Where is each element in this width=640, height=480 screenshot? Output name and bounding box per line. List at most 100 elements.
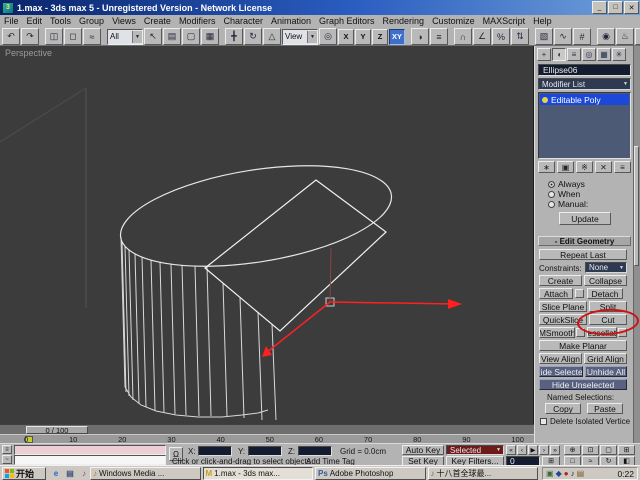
delete-isolated-checkbox[interactable] bbox=[540, 418, 547, 425]
pin-stack-icon[interactable]: ∗ bbox=[538, 161, 555, 173]
repeat-last-button[interactable]: Repeat Last bbox=[539, 249, 627, 260]
taskbar-task[interactable]: ♪十八首全球最... bbox=[428, 467, 539, 480]
maximize-button[interactable]: □ bbox=[608, 1, 623, 14]
tessellate-button[interactable]: Tessellate bbox=[587, 327, 617, 338]
view-align-button[interactable]: View Align bbox=[539, 353, 582, 364]
quickslice-button[interactable]: QuickSlice bbox=[539, 314, 587, 325]
taskbar-task[interactable]: M1.max - 3ds max... bbox=[203, 467, 314, 480]
select-move-icon[interactable]: ╋ bbox=[225, 28, 243, 45]
selection-set-dropdown[interactable]: Selected ▼ bbox=[446, 445, 504, 455]
taskbar-task[interactable]: PsAdobe Photoshop bbox=[315, 467, 426, 480]
quick-render-icon[interactable]: ☼ bbox=[635, 28, 640, 45]
percent-snap-icon[interactable]: % bbox=[492, 28, 510, 45]
menu-tools[interactable]: Tools bbox=[46, 15, 75, 28]
menu-group[interactable]: Group bbox=[75, 15, 108, 28]
previous-frame-icon[interactable]: ‹ bbox=[517, 445, 527, 455]
show-end-result-icon[interactable]: ▣ bbox=[557, 161, 574, 173]
axis-xy-plane-button[interactable]: XY bbox=[389, 29, 405, 45]
zoom-all-icon[interactable]: ⊡ bbox=[582, 445, 599, 455]
menu-help[interactable]: Help bbox=[529, 15, 556, 28]
menu-edit[interactable]: Edit bbox=[23, 15, 47, 28]
go-to-end-icon[interactable]: » bbox=[550, 445, 560, 455]
attach-list-button[interactable] bbox=[575, 289, 584, 298]
visibility-bulb-icon[interactable] bbox=[542, 97, 548, 103]
use-pivot-center-icon[interactable]: ◎ bbox=[319, 28, 337, 45]
select-scale-icon[interactable]: △ bbox=[263, 28, 281, 45]
schematic-view-icon[interactable]: # bbox=[573, 28, 591, 45]
update-option-manual[interactable]: Manual: bbox=[548, 199, 588, 209]
axis-x-button[interactable]: X bbox=[338, 29, 354, 45]
material-editor-icon[interactable]: ◉ bbox=[597, 28, 615, 45]
remove-modifier-icon[interactable]: ✕ bbox=[595, 161, 612, 173]
zoom-extents-all-icon[interactable]: ⊞ bbox=[618, 445, 635, 455]
make-planar-button[interactable]: Make Planar bbox=[539, 340, 627, 351]
panel-tab-display[interactable]: ▦ bbox=[597, 48, 611, 61]
update-option-always[interactable]: Always bbox=[548, 179, 588, 189]
time-slider-track[interactable]: 0 / 100 bbox=[0, 424, 534, 434]
angle-snap-icon[interactable]: ∠ bbox=[473, 28, 491, 45]
object-name-field[interactable]: Ellipse06 bbox=[538, 64, 631, 76]
mini-listener-macro-icon[interactable]: ≡ bbox=[2, 445, 12, 454]
window-crossing-icon[interactable]: ▦ bbox=[201, 28, 219, 45]
menu-views[interactable]: Views bbox=[108, 15, 140, 28]
minimize-button[interactable]: _ bbox=[592, 1, 607, 14]
taskbar-task[interactable]: ♪Windows Media ... bbox=[90, 467, 201, 480]
undo-icon[interactable]: ↶ bbox=[2, 28, 20, 45]
auto-key-button[interactable]: Auto Key bbox=[402, 445, 444, 455]
update-option-when[interactable]: When bbox=[548, 189, 588, 199]
modifier-list-dropdown[interactable]: Modifier List ▼ bbox=[538, 78, 631, 90]
select-link-icon[interactable]: ◫ bbox=[45, 28, 63, 45]
play-icon[interactable]: ▶ bbox=[528, 445, 538, 455]
quicklaunch-desktop-icon[interactable]: ▤ bbox=[64, 468, 76, 479]
tray-icon-1[interactable]: ▣ bbox=[546, 470, 554, 478]
next-frame-icon[interactable]: › bbox=[539, 445, 549, 455]
panel-tab-create[interactable]: + bbox=[537, 48, 551, 61]
menu-rendering[interactable]: Rendering bbox=[379, 15, 429, 28]
unhide-all-button[interactable]: Unhide All bbox=[585, 366, 627, 377]
panel-tab-motion[interactable]: ◎ bbox=[582, 48, 596, 61]
redo-icon[interactable]: ↷ bbox=[21, 28, 39, 45]
panel-tab-modify[interactable]: ◖ bbox=[552, 48, 566, 61]
maxscript-mini-listener-macro[interactable] bbox=[14, 445, 166, 455]
rectangular-region-icon[interactable]: ▢ bbox=[182, 28, 200, 45]
snap-toggle-3d-icon[interactable]: ∩ bbox=[454, 28, 472, 45]
y-coordinate-field[interactable] bbox=[248, 446, 282, 456]
named-selection-sets-icon[interactable]: ▧ bbox=[535, 28, 553, 45]
close-button[interactable]: ✕ bbox=[624, 1, 639, 14]
panel-tab-utilities[interactable]: ✳ bbox=[612, 48, 626, 61]
grid-align-button[interactable]: Grid Align bbox=[584, 353, 627, 364]
time-slider-handle[interactable]: 0 / 100 bbox=[26, 426, 88, 434]
menu-modifiers[interactable]: Modifiers bbox=[175, 15, 220, 28]
menu-animation[interactable]: Animation bbox=[267, 15, 315, 28]
x-coordinate-field[interactable] bbox=[198, 446, 232, 456]
z-coordinate-field[interactable] bbox=[298, 446, 332, 456]
bind-spacewarp-icon[interactable]: ≈ bbox=[83, 28, 101, 45]
unlink-selection-icon[interactable]: ◻ bbox=[64, 28, 82, 45]
scrollbar-thumb[interactable] bbox=[634, 146, 639, 266]
mirror-icon[interactable]: ◑ bbox=[411, 28, 429, 45]
zoom-icon[interactable]: ⊕ bbox=[564, 445, 581, 455]
menu-customize[interactable]: Customize bbox=[428, 15, 479, 28]
detach-button[interactable]: Detach bbox=[587, 288, 623, 299]
quicklaunch-media-icon[interactable]: ♪ bbox=[78, 468, 90, 479]
mini-listener-script-icon[interactable]: ~ bbox=[2, 455, 12, 464]
taskbar-clock[interactable]: 0:22 bbox=[617, 469, 637, 479]
copy-button[interactable]: Copy bbox=[545, 403, 581, 414]
attach-button[interactable]: Attach bbox=[539, 288, 573, 299]
menu-character[interactable]: Character bbox=[219, 15, 267, 28]
reference-coordinate-dropdown[interactable]: View▼ bbox=[282, 29, 318, 45]
render-scene-icon[interactable]: ♨ bbox=[616, 28, 634, 45]
hide-selected-button[interactable]: Hide Selected bbox=[539, 366, 583, 377]
spinner-snap-icon[interactable]: ⇅ bbox=[511, 28, 529, 45]
cut-button[interactable]: Cut bbox=[589, 314, 627, 325]
tray-icon-5[interactable]: ▤ bbox=[577, 470, 585, 478]
modifier-stack[interactable]: Editable Poly bbox=[538, 92, 631, 159]
menu-create[interactable]: Create bbox=[140, 15, 175, 28]
stack-item-editable-poly[interactable]: Editable Poly bbox=[540, 94, 629, 105]
maxscript-mini-listener[interactable] bbox=[14, 455, 166, 465]
configure-modifier-sets-icon[interactable]: ≡ bbox=[614, 161, 631, 173]
msmooth-settings-button[interactable] bbox=[576, 328, 585, 337]
go-to-start-icon[interactable]: « bbox=[506, 445, 516, 455]
panel-tab-hierarchy[interactable]: ≡ bbox=[567, 48, 581, 61]
tessellate-settings-button[interactable] bbox=[618, 328, 627, 337]
